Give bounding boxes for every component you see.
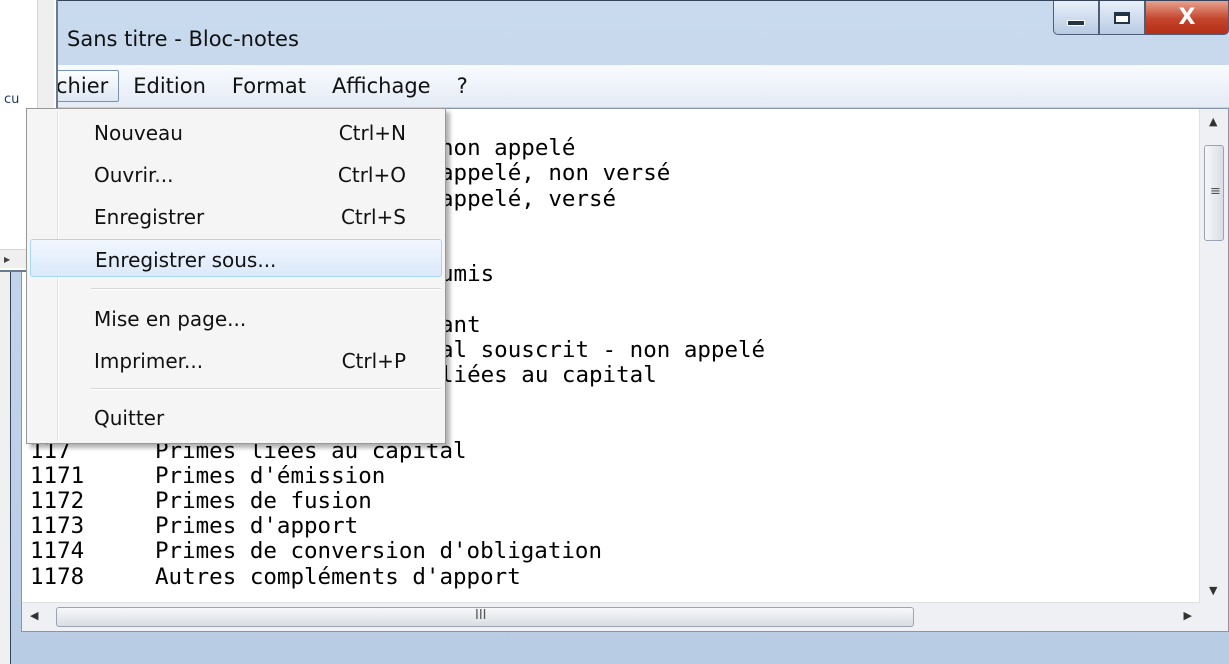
menu-item-shortcut: Ctrl+O — [337, 163, 406, 187]
text-line: 1172 Primes de fusion — [30, 488, 1198, 515]
window-title: Sans titre - Bloc-notes — [67, 27, 299, 51]
account-code: 1172 — [30, 488, 85, 515]
maximize-icon — [1114, 11, 1130, 24]
menu-separator — [91, 388, 441, 390]
scroll-down-icon[interactable]: ▼ — [1209, 584, 1217, 597]
grip-icon: ≡ — [1210, 184, 1221, 199]
minimize-button[interactable] — [1053, 1, 1099, 35]
menu-item-imprimer[interactable]: Imprimer... Ctrl+P — [30, 341, 442, 379]
menu-item-label: Mise en page... — [94, 307, 247, 331]
scrollbar-corner — [1200, 603, 1228, 631]
account-label: Autres compléments d'apport — [155, 563, 521, 590]
text-line: 1171 Primes d'émission — [30, 462, 1198, 489]
scroll-right-icon[interactable]: ▶ — [1184, 609, 1192, 622]
text-line: 1178 Autres compléments d'apport — [30, 563, 1198, 590]
menu-separator — [91, 288, 441, 290]
text-line: 1174 Primes de conversion d'obligation — [30, 539, 1198, 564]
account-label: appelé, non versé — [440, 160, 671, 187]
account-label: umis — [440, 261, 495, 288]
text-line: 1173 Primes d'apport — [30, 514, 1198, 539]
menu-item-label: Nouveau — [94, 121, 183, 145]
close-icon: X — [1178, 5, 1196, 30]
scroll-left-icon[interactable]: ◀ — [30, 609, 38, 622]
account-code: 1173 — [30, 513, 85, 540]
menu-item-quitter[interactable]: Quitter — [30, 398, 442, 436]
menu-item-enregistrer[interactable]: Enregistrer Ctrl+S — [30, 197, 442, 235]
menu-item-ouvrir[interactable]: Ouvrir... Ctrl+O — [30, 155, 442, 193]
account-label: Primes de conversion d'obligation — [155, 538, 603, 565]
menu-item-shortcut: Ctrl+S — [340, 205, 406, 229]
menu-item-shortcut: Ctrl+N — [338, 121, 406, 145]
vertical-scroll-thumb[interactable]: ≡ — [1204, 145, 1224, 241]
minimize-icon — [1067, 19, 1085, 26]
account-label: liées au capital — [440, 362, 657, 389]
horizontal-scrollbar[interactable]: ◀ III ▶ — [22, 602, 1200, 631]
menu-item-enregistrer-sous[interactable]: Enregistrer sous... — [30, 239, 442, 277]
account-label: Primes d'émission — [155, 462, 386, 489]
menu-item-label: Enregistrer sous... — [95, 248, 277, 272]
vertical-scrollbar[interactable]: ▲ ≡ ▼ — [1199, 109, 1228, 603]
menu-affichage[interactable]: Affichage — [320, 70, 443, 102]
file-menu-dropdown: Nouveau Ctrl+N Ouvrir... Ctrl+O Enregist… — [26, 108, 446, 444]
scroll-up-icon[interactable]: ▲ — [1209, 115, 1217, 128]
menu-item-label: Ouvrir... — [94, 163, 174, 187]
menu-format[interactable]: Format — [220, 70, 318, 102]
account-label: ant — [440, 311, 481, 338]
scroll-right-icon[interactable]: ▶ — [4, 255, 10, 264]
account-label: appelé, versé — [440, 185, 617, 212]
menu-item-mise-en-page[interactable]: Mise en page... — [30, 299, 442, 337]
title-bar[interactable]: Sans titre - Bloc-notes X — [11, 1, 1229, 63]
menu-bar: chier Edition Format Affichage ? — [11, 65, 1229, 108]
account-label: non appelé — [440, 135, 576, 162]
account-code: 1174 — [30, 538, 85, 565]
maximize-button[interactable] — [1099, 1, 1145, 35]
menu-item-label: Quitter — [94, 406, 165, 430]
account-code: 1178 — [30, 563, 85, 590]
menu-item-label: Enregistrer — [94, 205, 205, 229]
account-label: al souscrit - non appelé — [440, 336, 766, 363]
account-label: Primes de fusion — [155, 488, 372, 515]
menu-item-label: Imprimer... — [94, 349, 204, 373]
menu-edition[interactable]: Edition — [121, 70, 218, 102]
grip-icon: III — [475, 608, 487, 623]
horizontal-scroll-thumb[interactable]: III — [56, 607, 914, 627]
close-button[interactable]: X — [1145, 1, 1229, 35]
menu-item-nouveau[interactable]: Nouveau Ctrl+N — [30, 113, 442, 151]
background-window-text: cu — [4, 92, 20, 107]
account-code: 1171 — [30, 462, 85, 489]
caption-buttons: X — [1053, 1, 1229, 37]
account-label: Primes d'apport — [155, 513, 359, 540]
menu-item-shortcut: Ctrl+P — [341, 349, 406, 373]
menu-help[interactable]: ? — [445, 70, 480, 102]
